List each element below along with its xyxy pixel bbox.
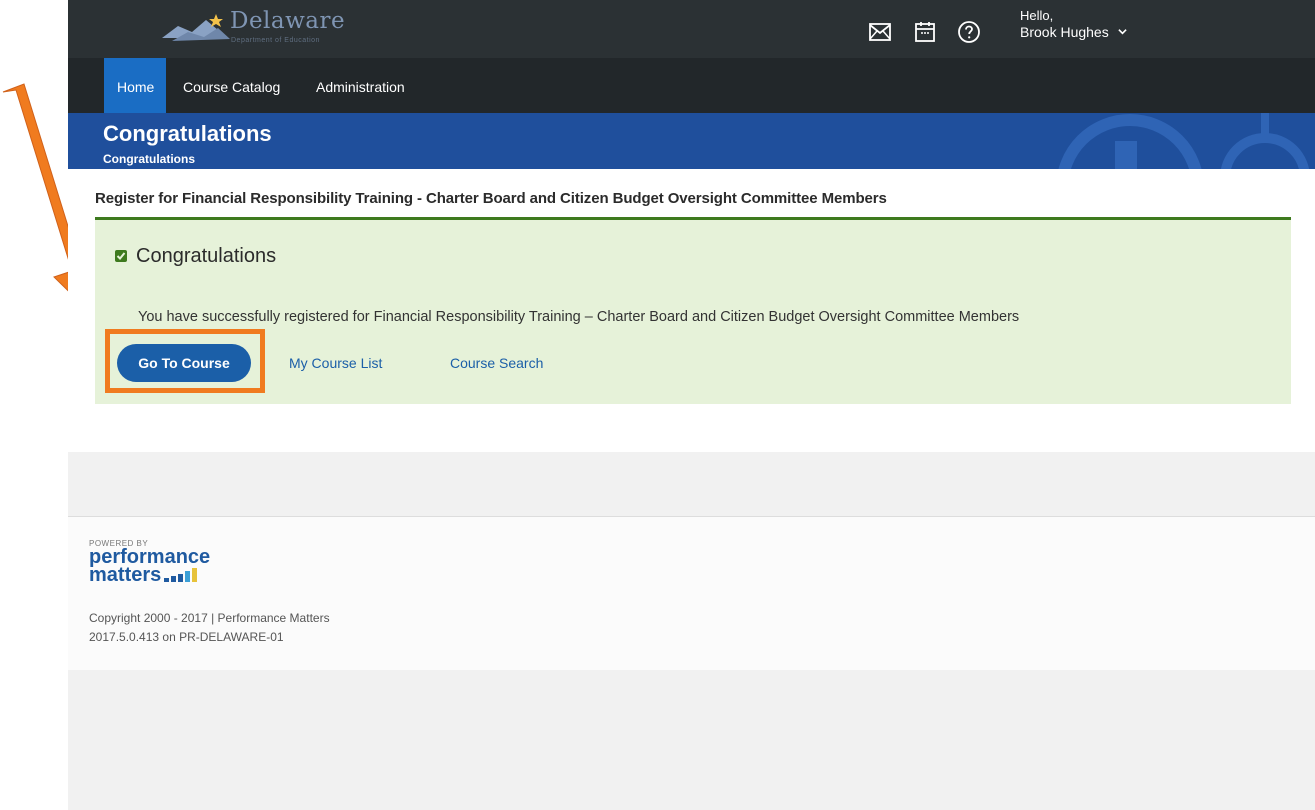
nav-course-catalog[interactable]: Course Catalog	[183, 58, 280, 113]
nav-home[interactable]: Home	[104, 58, 167, 113]
calendar-icon[interactable]	[913, 20, 937, 44]
footer: POWERED BY performance matters Copyright…	[68, 517, 1315, 670]
top-bar: Delaware Department of Education Hello, …	[68, 0, 1315, 58]
user-menu[interactable]: Brook Hughes	[1020, 24, 1127, 41]
success-title: Congratulations	[136, 245, 277, 267]
success-message: You have successfully registered for Fin…	[138, 309, 1020, 325]
breadcrumb: Congratulations	[103, 152, 195, 166]
delaware-logo	[162, 14, 230, 41]
greeting-text: Hello,	[1020, 8, 1054, 23]
app-window: Delaware Department of Education Hello, …	[68, 0, 1315, 810]
mail-icon[interactable]	[868, 20, 892, 44]
go-to-course-button[interactable]: Go To Course	[117, 344, 251, 382]
my-course-list-link[interactable]: My Course List	[289, 355, 382, 371]
registration-title: Register for Financial Responsibility Tr…	[95, 190, 887, 207]
success-panel: Congratulations You have successfully re…	[95, 220, 1291, 404]
bar-graph-icon	[164, 568, 198, 582]
performance-matters-logo: performance matters	[89, 547, 210, 586]
course-search-link[interactable]: Course Search	[450, 355, 543, 371]
main-nav: Home Course Catalog Administration	[68, 58, 1315, 113]
user-name: Brook Hughes	[1020, 24, 1109, 40]
banner-decoration	[1058, 113, 1310, 169]
checkbox-icon	[115, 250, 127, 262]
chevron-down-icon	[1117, 29, 1127, 35]
content-spacer	[68, 452, 1315, 516]
copyright-text: Copyright 2000 - 2017 | Performance Matt…	[89, 611, 330, 625]
nav-administration[interactable]: Administration	[316, 58, 405, 113]
page-bottom	[68, 670, 1315, 810]
logo-text: Delaware	[230, 8, 346, 34]
help-icon[interactable]	[957, 20, 981, 44]
logo-subtext: Department of Education	[231, 37, 320, 44]
brand-line-2: matters	[89, 564, 162, 586]
user-greeting: Hello, Brook Hughes	[1020, 7, 1127, 41]
version-text: 2017.5.0.413 on PR-DELAWARE-01	[89, 630, 284, 644]
page-banner: Congratulations Congratulations	[68, 113, 1315, 169]
page-title: Congratulations	[103, 121, 272, 146]
